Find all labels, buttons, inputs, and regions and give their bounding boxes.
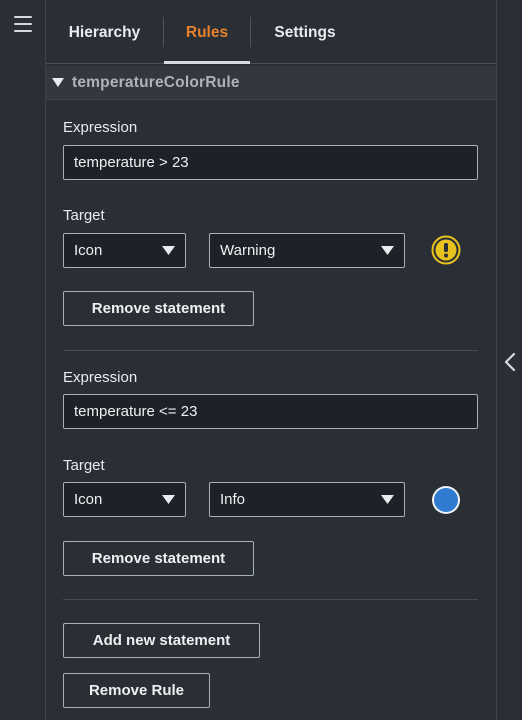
remove-statement-button[interactable]: Remove statement <box>63 291 254 326</box>
tab-rules[interactable]: Rules <box>164 0 250 64</box>
target-type-value: Icon <box>74 491 103 508</box>
remove-rule-button[interactable]: Remove Rule <box>63 673 210 708</box>
expression-label: Expression <box>63 369 138 386</box>
caret-down-icon <box>162 494 175 504</box>
target-value-select[interactable]: Info <box>209 482 405 517</box>
target-type-select[interactable]: Icon <box>63 482 186 517</box>
chevron-left-icon <box>504 352 516 372</box>
expression-label: Expression <box>63 119 138 136</box>
caret-down-icon <box>381 245 394 255</box>
target-label: Target <box>63 207 105 224</box>
right-rail <box>496 0 522 720</box>
target-value-select[interactable]: Warning <box>209 233 405 268</box>
rules-panel: Hierarchy Rules Settings temperatureColo… <box>46 0 496 720</box>
target-value: Info <box>220 491 246 508</box>
statement-divider <box>63 599 478 600</box>
warning-exclamation-icon <box>431 235 461 265</box>
expression-input[interactable] <box>63 394 478 429</box>
tab-bar: Hierarchy Rules Settings <box>46 0 496 64</box>
left-rail <box>0 0 46 720</box>
info-circle-icon <box>432 486 460 514</box>
tab-settings[interactable]: Settings <box>266 0 344 64</box>
target-value: Warning <box>220 242 276 259</box>
collapse-panel-button[interactable] <box>500 350 520 374</box>
rule-name: temperatureColorRule <box>72 73 240 91</box>
caret-down-icon <box>381 494 394 504</box>
statement-divider <box>63 350 478 351</box>
menu-icon[interactable] <box>14 16 32 32</box>
tab-hierarchy[interactable]: Hierarchy <box>61 0 148 64</box>
caret-down-icon <box>162 245 175 255</box>
target-type-select[interactable]: Icon <box>63 233 186 268</box>
caret-down-icon <box>52 77 64 87</box>
rule-header[interactable]: temperatureColorRule <box>46 66 496 100</box>
add-new-statement-button[interactable]: Add new statement <box>63 623 260 658</box>
tab-separator <box>250 17 251 47</box>
target-type-value: Icon <box>74 242 103 259</box>
target-label: Target <box>63 457 105 474</box>
expression-input[interactable] <box>63 145 478 180</box>
remove-statement-button[interactable]: Remove statement <box>63 541 254 576</box>
